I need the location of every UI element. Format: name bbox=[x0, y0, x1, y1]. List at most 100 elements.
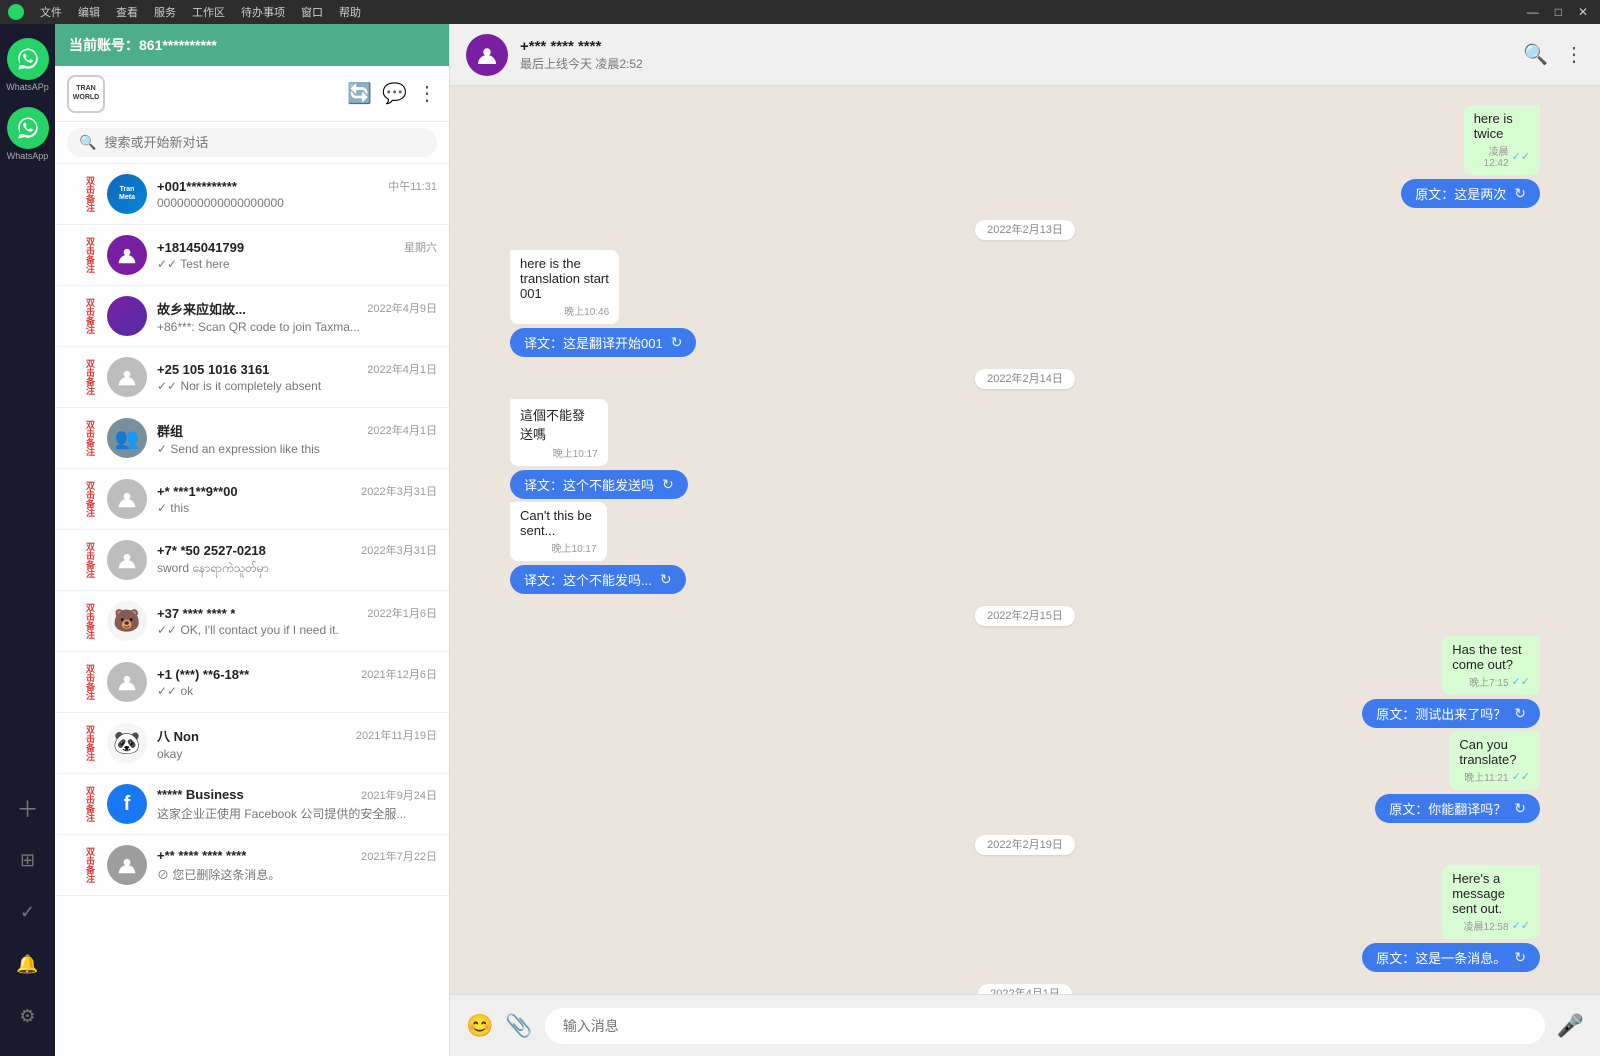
translation-bubble[interactable]: 原文：测试出来了吗？ ↻ bbox=[1362, 699, 1540, 728]
message-row: 這個不能發送嗎 晚上10:17 译文：这个不能发送吗 ↻ bbox=[510, 399, 1540, 499]
chat-name: 故乡来应如故... bbox=[157, 299, 246, 318]
chat-preview: ⊘ 您已删除这条消息。 bbox=[157, 866, 437, 883]
message-time: 晚上11:21 bbox=[1464, 769, 1508, 784]
refresh-icon: ↻ bbox=[1514, 800, 1526, 817]
new-chat-button[interactable]: 💬 bbox=[382, 81, 407, 106]
chat-name: +37 **** **** * bbox=[157, 606, 235, 621]
chat-item[interactable]: 双击备注 故乡来应如故... 2022年4月9日 +86***: Scan QR… bbox=[55, 286, 449, 347]
chat-item[interactable]: 双击备注 +1 (***) **6-18** 2021年12月6日 ✓✓ ok bbox=[55, 652, 449, 713]
contact-name: +*** **** **** bbox=[520, 38, 1511, 55]
chat-item[interactable]: 双击备注 🐻 +37 **** **** * 2022年1月6日 ✓✓ OK, … bbox=[55, 591, 449, 652]
refresh-button[interactable]: 🔄 bbox=[347, 81, 372, 106]
contact-status: 最后上线今天 凌晨2:52 bbox=[520, 55, 1511, 72]
chat-more-button[interactable]: ⋮ bbox=[1564, 42, 1584, 67]
chat-info: +7* *50 2527-0218 2022年3月31日 sword နောရာ… bbox=[157, 542, 437, 578]
close-button[interactable]: ✕ bbox=[1574, 5, 1592, 19]
contact-info: +*** **** **** 最后上线今天 凌晨2:52 bbox=[520, 38, 1511, 72]
chat-list: 双击备注 TranMeta +001********** 中午11:31 000… bbox=[55, 164, 449, 1056]
chat-time: 星期六 bbox=[404, 239, 437, 255]
menu-item-edit[interactable]: 编辑 bbox=[78, 4, 100, 20]
chat-info: +25 105 1016 3161 2022年4月1日 ✓✓ Nor is it… bbox=[157, 361, 437, 393]
menu-item-workspace[interactable]: 工作区 bbox=[192, 4, 225, 20]
notification-icon[interactable]: 🔔 bbox=[7, 943, 49, 985]
chat-info: 故乡来应如故... 2022年4月9日 +86***: Scan QR code… bbox=[157, 299, 437, 334]
chat-time: 2021年7月22日 bbox=[361, 848, 437, 864]
chat-time: 2022年4月1日 bbox=[367, 422, 437, 438]
menu-item-window[interactable]: 窗口 bbox=[301, 4, 323, 20]
mic-button[interactable]: 🎤 bbox=[1557, 1013, 1584, 1039]
add-account-button[interactable]: ＋ bbox=[7, 787, 49, 829]
refresh-icon: ↻ bbox=[660, 571, 672, 588]
chat-info: 八 Non 2021年11月19日 okay bbox=[157, 726, 437, 761]
grid-icon[interactable]: ⊞ bbox=[7, 839, 49, 881]
date-divider: 2022年4月1日 bbox=[510, 984, 1540, 994]
chat-name: 群组 bbox=[157, 421, 183, 440]
message-row: Here's a message sent out. 凌晨12:58 ✓✓ 原文… bbox=[510, 865, 1540, 972]
chat-list-panel: 当前账号：861********** TRANWORLD 🔄 💬 ⋮ 🔍 双击备… bbox=[55, 24, 450, 1056]
chat-time: 2021年11月19日 bbox=[356, 727, 437, 743]
chat-name: +18145041799 bbox=[157, 240, 244, 255]
menu-item-help[interactable]: 帮助 bbox=[339, 4, 361, 20]
translation-bubble[interactable]: 译文：这个不能发吗... ↻ bbox=[510, 565, 686, 594]
chat-preview: ✓✓ ok bbox=[157, 684, 437, 698]
current-account-label: 当前账号：861********** bbox=[69, 35, 217, 55]
chat-time: 中午11:31 bbox=[388, 178, 437, 194]
refresh-icon: ↻ bbox=[1514, 949, 1526, 966]
date-divider: 2022年2月15日 bbox=[510, 606, 1540, 624]
chat-badge: 双击备注 bbox=[67, 298, 97, 334]
emoji-button[interactable]: 😊 bbox=[466, 1013, 493, 1039]
attachment-button[interactable]: 📎 bbox=[505, 1013, 532, 1039]
chat-badge: 双击备注 bbox=[67, 481, 97, 517]
chat-item[interactable]: 双击备注 👥 群组 2022年4月1日 ✓ Send an expression… bbox=[55, 408, 449, 469]
chat-info: +* ***1**9**00 2022年3月31日 ✓ this bbox=[157, 483, 437, 515]
chat-name: +7* *50 2527-0218 bbox=[157, 543, 266, 558]
chat-item[interactable]: 双击备注 +** **** **** **** 2021年7月22日 ⊘ 您已删… bbox=[55, 835, 449, 896]
search-chat-button[interactable]: 🔍 bbox=[1523, 42, 1548, 67]
contact-avatar bbox=[466, 34, 508, 76]
search-input[interactable] bbox=[104, 135, 425, 150]
chat-item[interactable]: 双击备注 TranMeta +001********** 中午11:31 000… bbox=[55, 164, 449, 225]
message-text: 這個不能發送嗎 bbox=[520, 405, 598, 443]
chat-item[interactable]: 双击备注 🐼 八 Non 2021年11月19日 okay bbox=[55, 713, 449, 774]
chat-time: 2022年3月31日 bbox=[361, 483, 437, 499]
chat-preview: ✓✓ Test here bbox=[157, 257, 437, 271]
chat-item[interactable]: 双击备注 +* ***1**9**00 2022年3月31日 ✓ this bbox=[55, 469, 449, 530]
chat-preview: +86***: Scan QR code to join Taxma... bbox=[157, 320, 437, 334]
chat-item[interactable]: 双击备注 +18145041799 星期六 ✓✓ Test here bbox=[55, 225, 449, 286]
chat-info: 群组 2022年4月1日 ✓ Send an expression like t… bbox=[157, 421, 437, 456]
chat-item[interactable]: 双击备注 f ***** Business 2021年9月24日 这家企业正使用… bbox=[55, 774, 449, 835]
menu-item-view[interactable]: 查看 bbox=[116, 4, 138, 20]
message-row: Has the test come out? 晚上7:15 ✓✓ 原文：测试出来… bbox=[510, 636, 1540, 728]
chat-name: +001********** bbox=[157, 179, 237, 194]
translation-bubble[interactable]: 译文：这是翻译开始001 ↻ bbox=[510, 328, 696, 357]
translation-bubble[interactable]: 原文：这是两次 ↻ bbox=[1401, 179, 1540, 208]
message-row: here is twice 凌晨12:42 ✓✓ 原文：这是两次 ↻ bbox=[510, 105, 1540, 208]
sidebar: WhatsAPp WhatsApp ＋ ⊞ ✓ 🔔 ⚙ bbox=[0, 24, 55, 1056]
translation-bubble[interactable]: 译文：这个不能发送吗 ↻ bbox=[510, 470, 688, 499]
chat-preview: 0000000000000000000 bbox=[157, 196, 437, 210]
chat-time: 2021年12月6日 bbox=[361, 666, 437, 682]
read-receipt-icon: ✓✓ bbox=[1512, 770, 1530, 783]
chat-preview: sword နောရာကဲသူတ်မှာ bbox=[157, 560, 437, 578]
translation-bubble[interactable]: 原文：你能翻译吗？ ↻ bbox=[1375, 794, 1540, 823]
menu-item-file[interactable]: 文件 bbox=[40, 4, 62, 20]
settings-icon[interactable]: ⚙ bbox=[7, 995, 49, 1037]
whatsapp-account-1[interactable] bbox=[7, 38, 49, 80]
read-receipt-icon: ✓✓ bbox=[1512, 675, 1530, 688]
chat-time: 2021年9月24日 bbox=[361, 787, 437, 803]
menu-item-todo[interactable]: 待办事项 bbox=[241, 4, 285, 20]
minimize-button[interactable]: — bbox=[1523, 5, 1543, 19]
chat-item[interactable]: 双击备注 +25 105 1016 3161 2022年4月1日 ✓✓ Nor … bbox=[55, 347, 449, 408]
whatsapp-account-2[interactable] bbox=[7, 107, 49, 149]
message-input[interactable] bbox=[545, 1008, 1545, 1044]
chat-item[interactable]: 双击备注 +7* *50 2527-0218 2022年3月31日 sword … bbox=[55, 530, 449, 591]
more-options-button[interactable]: ⋮ bbox=[417, 81, 437, 106]
maximize-button[interactable]: □ bbox=[1551, 5, 1566, 19]
message-time: 晚上10:46 bbox=[564, 303, 609, 318]
menu-item-service[interactable]: 服务 bbox=[154, 4, 176, 20]
message-text: Here's a message sent out. bbox=[1452, 871, 1530, 916]
translation-bubble[interactable]: 原文：这是一条消息。 ↻ bbox=[1362, 943, 1540, 972]
refresh-icon: ↻ bbox=[1514, 705, 1526, 722]
check-icon[interactable]: ✓ bbox=[7, 891, 49, 933]
refresh-icon: ↻ bbox=[671, 334, 683, 351]
